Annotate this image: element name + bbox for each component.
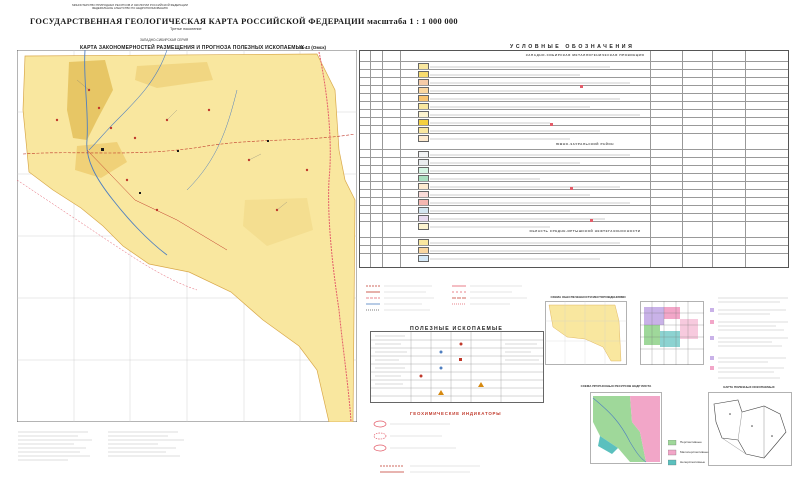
inset-legend-label: Перспективные [680, 440, 702, 444]
bottom-legend-symbols [380, 465, 480, 473]
ministry-line: ФЕДЕРАЛЬНОЕ АГЕНТСТВО ПО НЕДРОПОЛЬЗОВАНИ… [91, 6, 169, 11]
page-title: ГОСУДАРСТВЕННАЯ ГЕОЛОГИЧЕСКАЯ КАРТА РОСС… [30, 17, 458, 26]
inset-map-index-grid [640, 301, 704, 365]
inset-map-3 [590, 392, 662, 464]
ministry-header: МИНИСТЕРСТВО ПРИРОДНЫХ РЕСУРСОВ И ЭКОЛОГ… [30, 3, 230, 11]
series-label: ЗАПАДНО-СИБИРСКАЯ СЕРИЯ [140, 38, 189, 42]
inset-legend-label: Неперспективные [680, 460, 706, 464]
geochem-indicators-legend [373, 420, 456, 452]
line-symbols-legend [366, 285, 527, 311]
inset-title: СХЕМА ОБЕСПЕЧЕННОСТИ МЕСТОРОЖДЕНИЯМИ [550, 295, 626, 299]
symbols-table [370, 331, 544, 403]
inset-map-1 [545, 301, 627, 365]
inset-map-4 [708, 392, 792, 466]
inset-legend-label: Малоперспективные [680, 450, 709, 454]
legend-text-lines [430, 66, 640, 260]
legend-section-head: ЗАПАДНО-СИБИРСКАЯ МЕТАЛЛОГЕНИЧЕСКАЯ ПРОВ… [525, 53, 645, 57]
inset-legend-swatches [668, 440, 677, 466]
main-map[interactable] [17, 50, 357, 422]
legend-table: ЗАПАДНО-СИБИРСКАЯ МЕТАЛЛОГЕНИЧЕСКАЯ ПРОВ… [359, 50, 789, 268]
inset-notes-column [710, 297, 788, 379]
footer-credits [18, 431, 184, 461]
edition-label: Третье поколение [170, 27, 202, 31]
inset-title: СХЕМА ПРОГНОЗНЫХ РЕСУРСОВ НЕДР ЛИСТА [580, 384, 652, 388]
inset-title: КАРТА ПОЛЕЗНЫХ ИСКОПАЕМЫХ [723, 385, 775, 389]
